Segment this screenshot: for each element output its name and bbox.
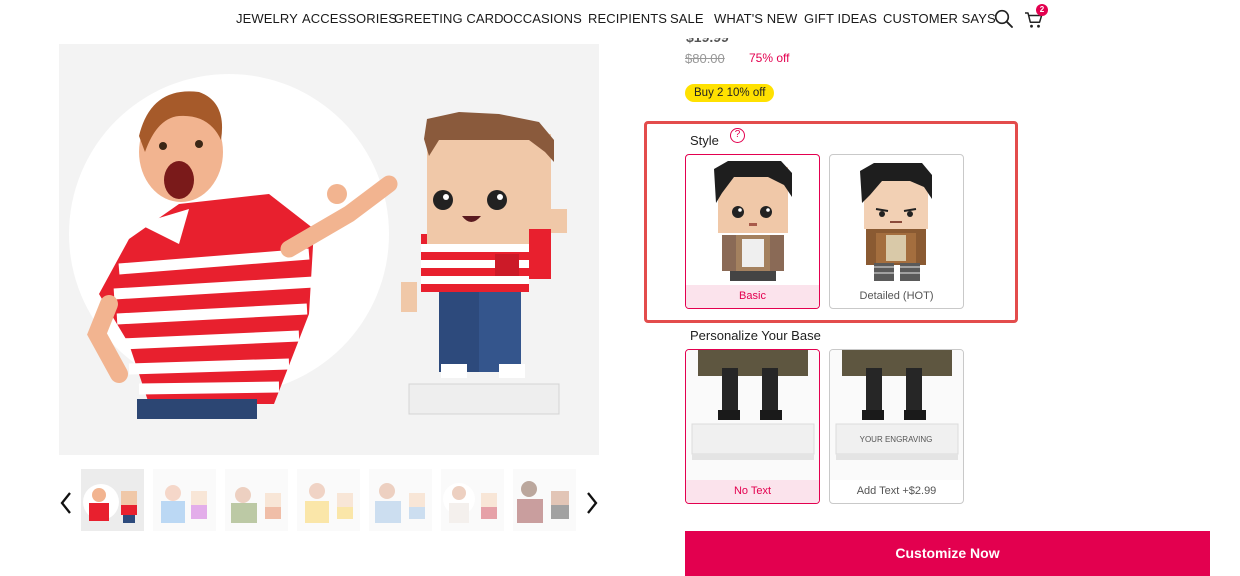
top-nav: JEWELRY ACCESSORIES GREETING CARD OCCASI… — [0, 0, 1240, 38]
nav-gift-ideas[interactable]: GIFT IDEAS — [804, 11, 877, 26]
gallery-prev-arrow[interactable] — [58, 490, 74, 516]
cart-icon[interactable]: 2 — [1024, 4, 1048, 34]
detailed-figure-image — [860, 163, 932, 281]
gallery-next-arrow[interactable] — [584, 490, 600, 516]
thumbnail-2[interactable] — [153, 469, 216, 531]
nav-accessories[interactable]: ACCESSORIES — [302, 11, 397, 26]
nav-whats-new[interactable]: WHAT'S NEW — [714, 11, 797, 26]
original-price: $80.00 — [685, 51, 725, 66]
thumbnail-4[interactable] — [297, 469, 360, 531]
base-option-add-text[interactable]: YOUR ENGRAVING Add Text +$2.99 — [829, 349, 964, 504]
thumbnail-7[interactable] — [513, 469, 576, 531]
nav-jewelry[interactable]: JEWELRY — [236, 11, 298, 26]
nav-greeting-card[interactable]: GREETING CARD — [394, 11, 504, 26]
style-label: Style — [690, 133, 719, 148]
engraving-sample-text: YOUR ENGRAVING — [860, 435, 933, 444]
discount-label: 75% off — [749, 51, 790, 65]
style-option-detailed-label: Detailed (HOT) — [859, 290, 934, 302]
sale-price-clipped: $19.99 — [686, 38, 746, 46]
nav-recipients[interactable]: RECIPIENTS — [588, 11, 667, 26]
product-main-image[interactable] — [59, 44, 599, 455]
style-option-basic[interactable]: Basic — [685, 154, 820, 309]
style-option-detailed[interactable]: Detailed (HOT) — [829, 154, 964, 309]
nav-occasions[interactable]: OCCASIONS — [503, 11, 582, 26]
base-label: Personalize Your Base — [690, 328, 821, 343]
base-option-no-text-label: No Text — [686, 480, 819, 503]
base-add-text-image: YOUR ENGRAVING — [830, 350, 963, 480]
thumbnail-3[interactable] — [225, 469, 288, 531]
base-option-add-text-label: Add Text +$2.99 — [856, 485, 937, 497]
base-no-text-image — [686, 350, 819, 480]
search-icon[interactable] — [994, 9, 1014, 34]
brick-figure — [401, 112, 567, 415]
thumbnail-strip — [81, 469, 576, 531]
style-option-basic-label: Basic — [686, 285, 819, 308]
help-icon[interactable]: ? — [730, 128, 745, 143]
promo-badge: Buy 2 10% off — [685, 84, 775, 102]
basic-figure-image — [714, 161, 792, 281]
thumbnail-1[interactable] — [81, 469, 144, 531]
nav-customer-says[interactable]: CUSTOMER SAYS — [883, 11, 996, 26]
base-option-no-text[interactable]: No Text — [685, 349, 820, 504]
cart-count-badge: 2 — [1036, 4, 1048, 16]
thumbnail-6[interactable] — [441, 469, 504, 531]
nav-sale[interactable]: SALE — [670, 11, 704, 26]
customize-now-button[interactable]: Customize Now — [685, 531, 1210, 576]
thumbnail-5[interactable] — [369, 469, 432, 531]
